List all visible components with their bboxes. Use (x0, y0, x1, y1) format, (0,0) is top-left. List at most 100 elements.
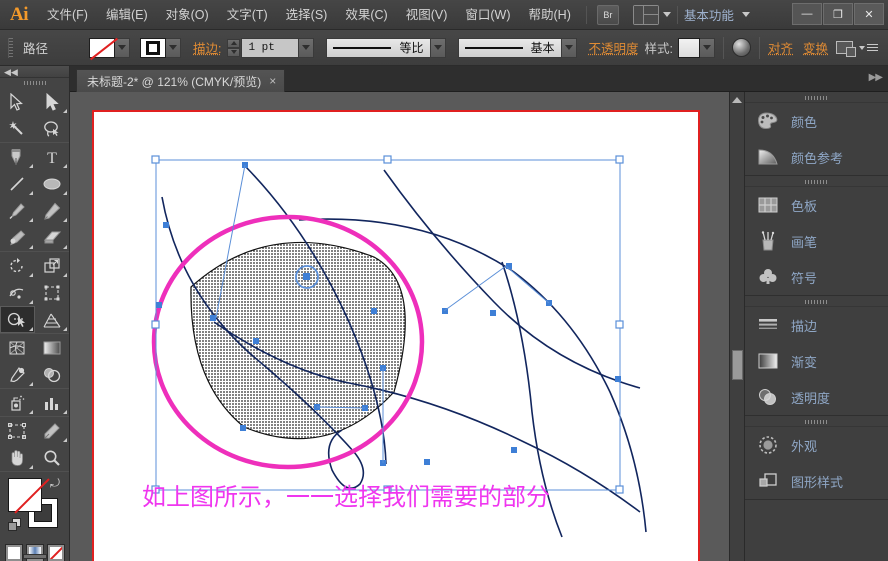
control-bar-flyout-menu-icon[interactable] (867, 44, 878, 51)
menu-effect[interactable]: 效果(C) (336, 0, 396, 30)
dock-group-stroke-grip[interactable] (745, 296, 888, 307)
slice-tool[interactable] (35, 417, 70, 444)
stroke-weight-stepper[interactable] (227, 38, 241, 57)
stroke-swatch-group[interactable] (140, 37, 181, 58)
menu-help[interactable]: 帮助(H) (520, 0, 580, 30)
stepper-down-icon[interactable] (227, 47, 241, 57)
fill-chevron-down-icon[interactable] (115, 37, 130, 58)
perspective-grid-tool[interactable] (35, 306, 70, 333)
brush-chevron-down-icon[interactable] (561, 37, 577, 58)
artboard[interactable]: 如上图所示，一一选择我们需要的部分 (92, 110, 700, 561)
panel-button-graphic-styles[interactable]: 图形样式 (745, 463, 888, 499)
tools-panel-header[interactable]: ◀◀ (0, 66, 69, 78)
ellipse-tool[interactable] (35, 170, 70, 197)
panel-button-swatches[interactable]: 色板 (745, 187, 888, 223)
document-tab-close-icon[interactable]: × (269, 74, 276, 88)
recolor-artwork-icon[interactable] (732, 38, 752, 57)
paintbrush-tool[interactable] (0, 197, 35, 224)
tab-scroll-right-icon[interactable]: ▶▶ (869, 72, 883, 83)
workspace-switcher[interactable]: 基本功能 (684, 5, 734, 24)
menu-file[interactable]: 文件(F) (38, 0, 97, 30)
menu-object[interactable]: 对象(O) (157, 0, 218, 30)
mesh-tool[interactable] (0, 334, 35, 361)
menu-edit[interactable]: 编辑(E) (97, 0, 157, 30)
dock-group-swatches-grip[interactable] (745, 176, 888, 187)
stroke-chevron-down-icon[interactable] (166, 37, 181, 58)
transform-button[interactable]: 变换 (803, 38, 828, 57)
symbol-sprayer-tool[interactable] (0, 389, 35, 416)
style-chevron-down-icon[interactable] (700, 37, 716, 58)
eyedropper-tool[interactable] (0, 361, 35, 388)
panel-button-transparency[interactable]: 透明度 (745, 379, 888, 415)
arrange-documents-icon[interactable] (632, 4, 659, 25)
minimize-button[interactable]: — (792, 3, 822, 25)
pen-tool[interactable] (0, 143, 35, 170)
align-button[interactable]: 对齐 (768, 38, 793, 57)
zoom-tool[interactable] (35, 444, 70, 471)
dock-group-appearance-grip[interactable] (745, 416, 888, 427)
panel-button-color-guide[interactable]: 颜色参考 (745, 139, 888, 175)
magic-wand-tool[interactable] (0, 115, 35, 142)
pencil-tool[interactable] (35, 197, 70, 224)
stroke-weight-label[interactable]: 描边: (193, 38, 221, 57)
gradient-tool[interactable] (35, 334, 70, 361)
selection-tool[interactable] (0, 88, 35, 115)
shape-builder-tool[interactable] (0, 306, 35, 333)
menu-view[interactable]: 视图(V) (397, 0, 457, 30)
panel-button-color[interactable]: 颜色 (745, 103, 888, 139)
fill-swatch[interactable] (89, 37, 119, 60)
column-graph-tool[interactable] (35, 389, 70, 416)
line-segment-tool[interactable] (0, 170, 35, 197)
default-fill-stroke-icon[interactable] (8, 518, 22, 532)
collapse-panel-icon[interactable]: ◀◀ (4, 67, 18, 78)
swap-fill-stroke-icon[interactable]: ⤾ (50, 476, 60, 491)
vertical-scrollbar[interactable] (729, 92, 744, 561)
panel-button-stroke[interactable]: 描边 (745, 307, 888, 343)
brush-definition-select[interactable]: 基本 (457, 37, 562, 58)
profile-chevron-down-icon[interactable] (430, 37, 446, 58)
menu-select[interactable]: 选择(S) (277, 0, 337, 30)
type-tool[interactable]: T (35, 143, 70, 170)
artboard-tool[interactable] (0, 417, 35, 444)
stroke-weight-chevron-down-icon[interactable] (299, 37, 315, 58)
graphic-style-swatch[interactable] (678, 37, 701, 58)
document-canvas-area[interactable]: 如上图所示，一一选择我们需要的部分 (70, 92, 744, 561)
rotate-tool[interactable] (0, 252, 35, 279)
stroke-swatch[interactable] (140, 37, 166, 58)
blob-brush-tool[interactable] (0, 224, 35, 251)
blend-tool[interactable] (35, 361, 70, 388)
fill-swatch-group[interactable] (89, 37, 130, 60)
eraser-tool[interactable] (35, 224, 70, 251)
direct-selection-tool[interactable] (35, 88, 70, 115)
panel-button-symbols[interactable]: 符号 (745, 259, 888, 295)
width-tool[interactable] (0, 279, 35, 306)
stroke-weight-input[interactable]: 1 pt (241, 37, 300, 58)
panel-button-brushes[interactable]: 画笔 (745, 223, 888, 259)
scale-tool[interactable] (35, 252, 70, 279)
variable-width-profile-select[interactable]: 等比 (326, 37, 431, 58)
free-transform-tool[interactable] (35, 279, 70, 306)
color-fill-mode-button[interactable] (4, 544, 23, 561)
scrollbar-thumb[interactable] (732, 350, 743, 380)
panel-button-gradient[interactable]: 渐变 (745, 343, 888, 379)
tools-panel-drag-handle[interactable] (0, 78, 69, 88)
stepper-up-icon[interactable] (227, 38, 241, 48)
tools-panel-bottom-grip[interactable] (22, 554, 47, 559)
none-fill-mode-button[interactable] (46, 544, 65, 561)
arrange-chevron-down-icon[interactable] (662, 12, 671, 17)
transform-chevron-down-icon[interactable] (859, 45, 866, 50)
opacity-label[interactable]: 不透明度 (589, 38, 639, 57)
document-tab[interactable]: 未标题-2* @ 121% (CMYK/预览) × (76, 69, 286, 92)
hand-tool[interactable] (0, 444, 35, 471)
menu-type[interactable]: 文字(T) (218, 0, 277, 30)
control-bar-grip[interactable] (8, 37, 13, 58)
scroll-up-arrow-icon[interactable] (732, 97, 742, 103)
transform-preview-icon[interactable] (836, 41, 857, 57)
go-to-bridge-button[interactable]: Br (596, 4, 619, 25)
dock-group-color-grip[interactable] (745, 92, 888, 103)
graphic-style-group[interactable] (678, 37, 716, 58)
panel-button-appearance[interactable]: 外观 (745, 427, 888, 463)
lasso-tool[interactable] (35, 115, 70, 142)
workspace-chevron-down-icon[interactable] (741, 12, 750, 17)
maximize-button[interactable]: ❐ (823, 3, 853, 25)
